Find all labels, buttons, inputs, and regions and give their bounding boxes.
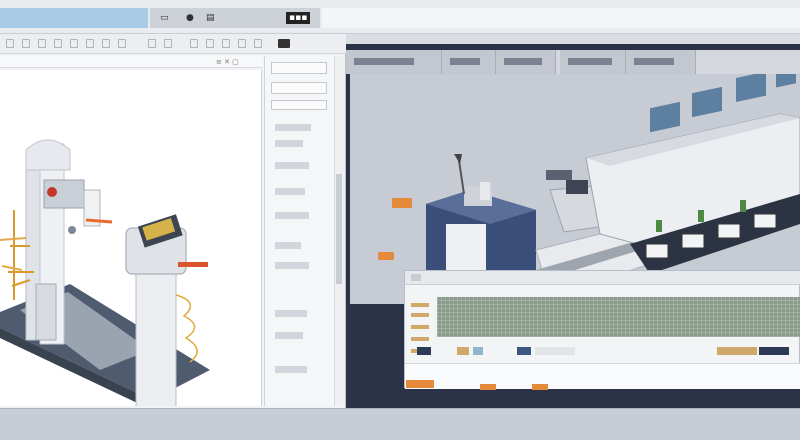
panel-item[interactable] — [275, 188, 305, 195]
panel-item[interactable] — [275, 262, 309, 269]
panel-item[interactable] — [275, 242, 301, 249]
address-bar[interactable] — [322, 8, 800, 28]
grid-icon[interactable]: ▪▪▪ — [286, 12, 311, 24]
panel-item[interactable] — [275, 162, 309, 169]
data-grid[interactable] — [437, 297, 800, 337]
tool-icon[interactable] — [54, 39, 62, 48]
panel-dropdown[interactable] — [271, 82, 327, 94]
title-toolbar: ▭ ● ▤ ▪▪▪ — [150, 8, 320, 28]
grid-footer — [405, 363, 800, 389]
tool-icon[interactable] — [238, 39, 246, 48]
status-bar — [0, 408, 800, 440]
timeline-segment[interactable] — [759, 347, 789, 355]
grid-menu-icon[interactable] — [411, 274, 421, 281]
tool-icon[interactable] — [102, 39, 110, 48]
tool-icon[interactable] — [38, 39, 46, 48]
panel-item[interactable] — [275, 212, 309, 219]
title-bar: ▭ ● ▤ ▪▪▪ — [0, 0, 800, 34]
model-viewport-left[interactable] — [0, 70, 262, 417]
tool-icon[interactable] — [6, 39, 14, 48]
lab-instrument-model — [0, 139, 210, 417]
tool-icon[interactable] — [86, 39, 94, 48]
timeline-segment[interactable] — [717, 347, 757, 355]
screen-icon[interactable]: ▭ — [160, 8, 169, 28]
tool-icon[interactable] — [70, 39, 78, 48]
right-tab[interactable] — [496, 50, 556, 74]
panel-item[interactable] — [275, 332, 303, 339]
right-tab-bar — [346, 50, 800, 74]
timeline-segment[interactable] — [457, 347, 469, 355]
tool-icon[interactable] — [164, 39, 172, 48]
record-icon[interactable]: ● — [186, 8, 194, 28]
timeline-segment[interactable] — [473, 347, 483, 355]
left-editor-window: ≡ ✕ ▢ — [0, 34, 346, 417]
panel-scrollbar-thumb[interactable] — [336, 174, 342, 284]
timeline-segment[interactable] — [535, 347, 575, 355]
right-simulation-window — [346, 44, 800, 408]
orange-cap — [406, 380, 434, 388]
tool-icon[interactable] — [190, 39, 198, 48]
tab-close-icon[interactable]: ≡ ✕ ▢ — [216, 58, 239, 66]
right-tab[interactable] — [560, 50, 626, 74]
tool-icon[interactable] — [148, 39, 156, 48]
left-toolbar — [0, 34, 346, 54]
timeline-segment[interactable] — [417, 347, 431, 355]
panel-item[interactable] — [275, 124, 311, 131]
tool-icon[interactable] — [22, 39, 30, 48]
timeline-track[interactable] — [417, 347, 800, 355]
panel-header[interactable] — [271, 62, 327, 74]
grid-header — [405, 271, 800, 285]
timeline-segment[interactable] — [517, 347, 531, 355]
tool-icon[interactable] — [222, 39, 230, 48]
toggle-icon[interactable] — [278, 39, 290, 48]
panel-item[interactable] — [275, 366, 307, 373]
tool-icon[interactable] — [118, 39, 126, 48]
orange-cap — [532, 384, 548, 390]
tool-icon[interactable] — [206, 39, 214, 48]
right-tab[interactable] — [346, 50, 442, 74]
data-grid-panel — [404, 270, 800, 389]
right-tab[interactable] — [442, 50, 496, 74]
orange-cap — [378, 252, 394, 260]
title-field[interactable] — [0, 8, 148, 28]
panel-item[interactable] — [275, 310, 307, 317]
properties-panel — [264, 56, 334, 406]
layout-icon[interactable]: ▤ — [206, 8, 215, 28]
panel-item[interactable] — [275, 140, 303, 147]
tool-icon[interactable] — [254, 39, 262, 48]
left-tab-strip: ≡ ✕ ▢ — [0, 56, 262, 68]
panel-field[interactable] — [271, 100, 327, 110]
right-tab[interactable] — [626, 50, 696, 74]
orange-cap — [480, 384, 496, 390]
